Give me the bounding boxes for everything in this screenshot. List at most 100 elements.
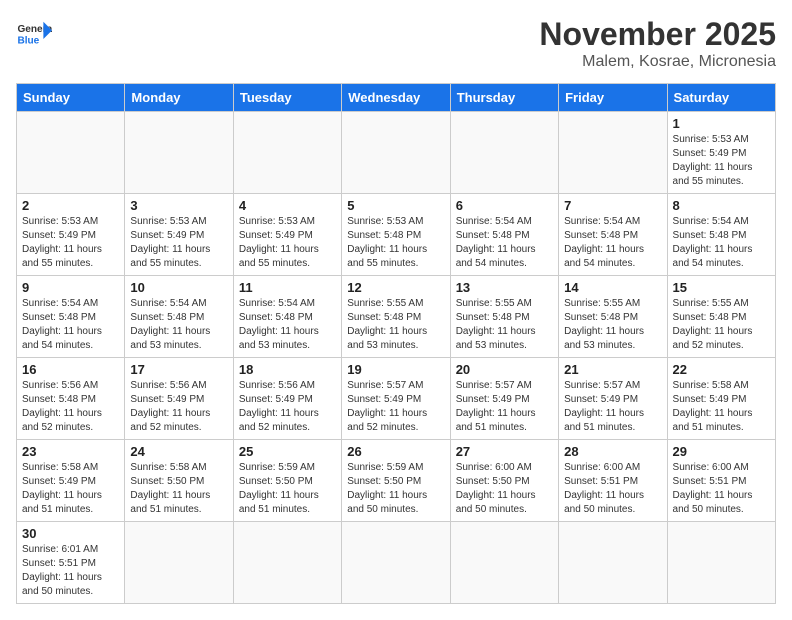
day-number: 21 — [564, 362, 661, 377]
week-row-6: 30Sunrise: 6:01 AM Sunset: 5:51 PM Dayli… — [17, 522, 776, 604]
day-number: 14 — [564, 280, 661, 295]
logo: General Blue — [16, 16, 52, 52]
day-number: 15 — [673, 280, 770, 295]
day-number: 27 — [456, 444, 553, 459]
day-cell — [450, 522, 558, 604]
day-header-tuesday: Tuesday — [233, 84, 341, 112]
day-header-friday: Friday — [559, 84, 667, 112]
day-header-row: SundayMondayTuesdayWednesdayThursdayFrid… — [17, 84, 776, 112]
day-info: Sunrise: 5:59 AM Sunset: 5:50 PM Dayligh… — [239, 461, 336, 517]
day-info: Sunrise: 5:54 AM Sunset: 5:48 PM Dayligh… — [456, 215, 553, 271]
day-cell: 16 Sunrise: 5:56 AM Sunset: 5:48 PM Dayli… — [17, 358, 125, 440]
day-cell: 9Sunrise: 5:54 AM Sunset: 5:48 PM Daylig… — [17, 276, 125, 358]
day-info: Sunrise: 5:58 AM Sunset: 5:49 PM Dayligh… — [673, 379, 770, 435]
day-info: Sunrise: 5:55 AM Sunset: 5:48 PM Dayligh… — [673, 297, 770, 353]
day-info: Sunrise: 5:54 AM Sunset: 5:48 PM Dayligh… — [673, 215, 770, 271]
day-number: 3 — [130, 198, 227, 213]
day-cell: 15 Sunrise: 5:55 AM Sunset: 5:48 PM Dayli… — [667, 276, 775, 358]
day-number: 20 — [456, 362, 553, 377]
day-cell: 1 Sunrise: 5:53 AM Sunset: 5:49 PM Daylig… — [667, 112, 775, 194]
day-info: Sunrise: 5:55 AM Sunset: 5:48 PM Dayligh… — [347, 297, 444, 353]
day-number: 26 — [347, 444, 444, 459]
day-header-saturday: Saturday — [667, 84, 775, 112]
day-info: Sunrise: 5:54 AM Sunset: 5:48 PM Dayligh… — [239, 297, 336, 353]
day-info: Sunrise: 5:55 AM Sunset: 5:48 PM Dayligh… — [456, 297, 553, 353]
week-row-3: 9Sunrise: 5:54 AM Sunset: 5:48 PM Daylig… — [17, 276, 776, 358]
day-number: 5 — [347, 198, 444, 213]
day-cell — [450, 112, 558, 194]
day-info: Sunrise: 5:59 AM Sunset: 5:50 PM Dayligh… — [347, 461, 444, 517]
day-number: 24 — [130, 444, 227, 459]
day-number: 23 — [22, 444, 119, 459]
day-cell: 14 Sunrise: 5:55 AM Sunset: 5:48 PM Dayli… — [559, 276, 667, 358]
day-info: Sunrise: 5:54 AM Sunset: 5:48 PM Dayligh… — [22, 297, 119, 353]
calendar-subtitle: Malem, Kosrae, Micronesia — [539, 53, 776, 71]
day-cell — [667, 522, 775, 604]
day-cell: 26 Sunrise: 5:59 AM Sunset: 5:50 PM Dayli… — [342, 440, 450, 522]
day-info: Sunrise: 5:53 AM Sunset: 5:49 PM Dayligh… — [130, 215, 227, 271]
day-header-wednesday: Wednesday — [342, 84, 450, 112]
day-cell: 24 Sunrise: 5:58 AM Sunset: 5:50 PM Dayli… — [125, 440, 233, 522]
day-number: 7 — [564, 198, 661, 213]
day-number: 30 — [22, 526, 119, 541]
day-info: Sunrise: 5:58 AM Sunset: 5:50 PM Dayligh… — [130, 461, 227, 517]
day-info: Sunrise: 5:56 AM Sunset: 5:49 PM Dayligh… — [239, 379, 336, 435]
day-cell — [233, 522, 341, 604]
day-info: Sunrise: 6:00 AM Sunset: 5:51 PM Dayligh… — [673, 461, 770, 517]
week-row-2: 2Sunrise: 5:53 AM Sunset: 5:49 PM Daylig… — [17, 194, 776, 276]
day-cell: 5 Sunrise: 5:53 AM Sunset: 5:48 PM Daylig… — [342, 194, 450, 276]
day-info: Sunrise: 5:55 AM Sunset: 5:48 PM Dayligh… — [564, 297, 661, 353]
day-number: 22 — [673, 362, 770, 377]
day-cell: 23 Sunrise: 5:58 AM Sunset: 5:49 PM Dayli… — [17, 440, 125, 522]
day-number: 16 — [22, 362, 119, 377]
day-cell — [342, 522, 450, 604]
day-info: Sunrise: 5:56 AM Sunset: 5:49 PM Dayligh… — [130, 379, 227, 435]
day-cell: 27 Sunrise: 6:00 AM Sunset: 5:50 PM Dayli… — [450, 440, 558, 522]
day-number: 28 — [564, 444, 661, 459]
day-info: Sunrise: 5:57 AM Sunset: 5:49 PM Dayligh… — [347, 379, 444, 435]
day-number: 29 — [673, 444, 770, 459]
day-info: Sunrise: 5:56 AM Sunset: 5:48 PM Dayligh… — [22, 379, 119, 435]
calendar-table: SundayMondayTuesdayWednesdayThursdayFrid… — [16, 83, 776, 604]
day-cell: 4Sunrise: 5:53 AM Sunset: 5:49 PM Daylig… — [233, 194, 341, 276]
day-header-sunday: Sunday — [17, 84, 125, 112]
day-number: 25 — [239, 444, 336, 459]
day-number: 10 — [130, 280, 227, 295]
day-number: 6 — [456, 198, 553, 213]
day-info: Sunrise: 5:53 AM Sunset: 5:49 PM Dayligh… — [673, 133, 770, 189]
day-cell: 8 Sunrise: 5:54 AM Sunset: 5:48 PM Daylig… — [667, 194, 775, 276]
day-cell — [233, 112, 341, 194]
day-cell: 18Sunrise: 5:56 AM Sunset: 5:49 PM Dayli… — [233, 358, 341, 440]
day-info: Sunrise: 5:58 AM Sunset: 5:49 PM Dayligh… — [22, 461, 119, 517]
day-cell: 21Sunrise: 5:57 AM Sunset: 5:49 PM Dayli… — [559, 358, 667, 440]
day-number: 1 — [673, 116, 770, 131]
day-header-thursday: Thursday — [450, 84, 558, 112]
day-cell: 7 Sunrise: 5:54 AM Sunset: 5:48 PM Daylig… — [559, 194, 667, 276]
day-cell: 3 Sunrise: 5:53 AM Sunset: 5:49 PM Daylig… — [125, 194, 233, 276]
day-cell: 11 Sunrise: 5:54 AM Sunset: 5:48 PM Dayli… — [233, 276, 341, 358]
day-info: Sunrise: 5:57 AM Sunset: 5:49 PM Dayligh… — [456, 379, 553, 435]
day-cell — [17, 112, 125, 194]
day-number: 19 — [347, 362, 444, 377]
logo-icon: General Blue — [16, 16, 52, 52]
day-info: Sunrise: 5:54 AM Sunset: 5:48 PM Dayligh… — [130, 297, 227, 353]
day-cell: 12 Sunrise: 5:55 AM Sunset: 5:48 PM Dayli… — [342, 276, 450, 358]
day-info: Sunrise: 5:54 AM Sunset: 5:48 PM Dayligh… — [564, 215, 661, 271]
header: General Blue November 2025 Malem, Kosrae… — [16, 16, 776, 71]
day-cell: 19 Sunrise: 5:57 AM Sunset: 5:49 PM Dayli… — [342, 358, 450, 440]
svg-text:Blue: Blue — [17, 35, 39, 46]
day-number: 11 — [239, 280, 336, 295]
day-info: Sunrise: 6:00 AM Sunset: 5:50 PM Dayligh… — [456, 461, 553, 517]
day-cell: 25 Sunrise: 5:59 AM Sunset: 5:50 PM Dayli… — [233, 440, 341, 522]
day-cell: 2Sunrise: 5:53 AM Sunset: 5:49 PM Daylig… — [17, 194, 125, 276]
day-info: Sunrise: 5:53 AM Sunset: 5:48 PM Dayligh… — [347, 215, 444, 271]
day-number: 12 — [347, 280, 444, 295]
day-header-monday: Monday — [125, 84, 233, 112]
day-number: 8 — [673, 198, 770, 213]
calendar-title: November 2025 — [539, 16, 776, 53]
day-info: Sunrise: 6:00 AM Sunset: 5:51 PM Dayligh… — [564, 461, 661, 517]
day-cell: 28 Sunrise: 6:00 AM Sunset: 5:51 PM Dayli… — [559, 440, 667, 522]
day-cell: 20 Sunrise: 5:57 AM Sunset: 5:49 PM Dayli… — [450, 358, 558, 440]
day-cell: 6 Sunrise: 5:54 AM Sunset: 5:48 PM Daylig… — [450, 194, 558, 276]
day-cell — [559, 112, 667, 194]
